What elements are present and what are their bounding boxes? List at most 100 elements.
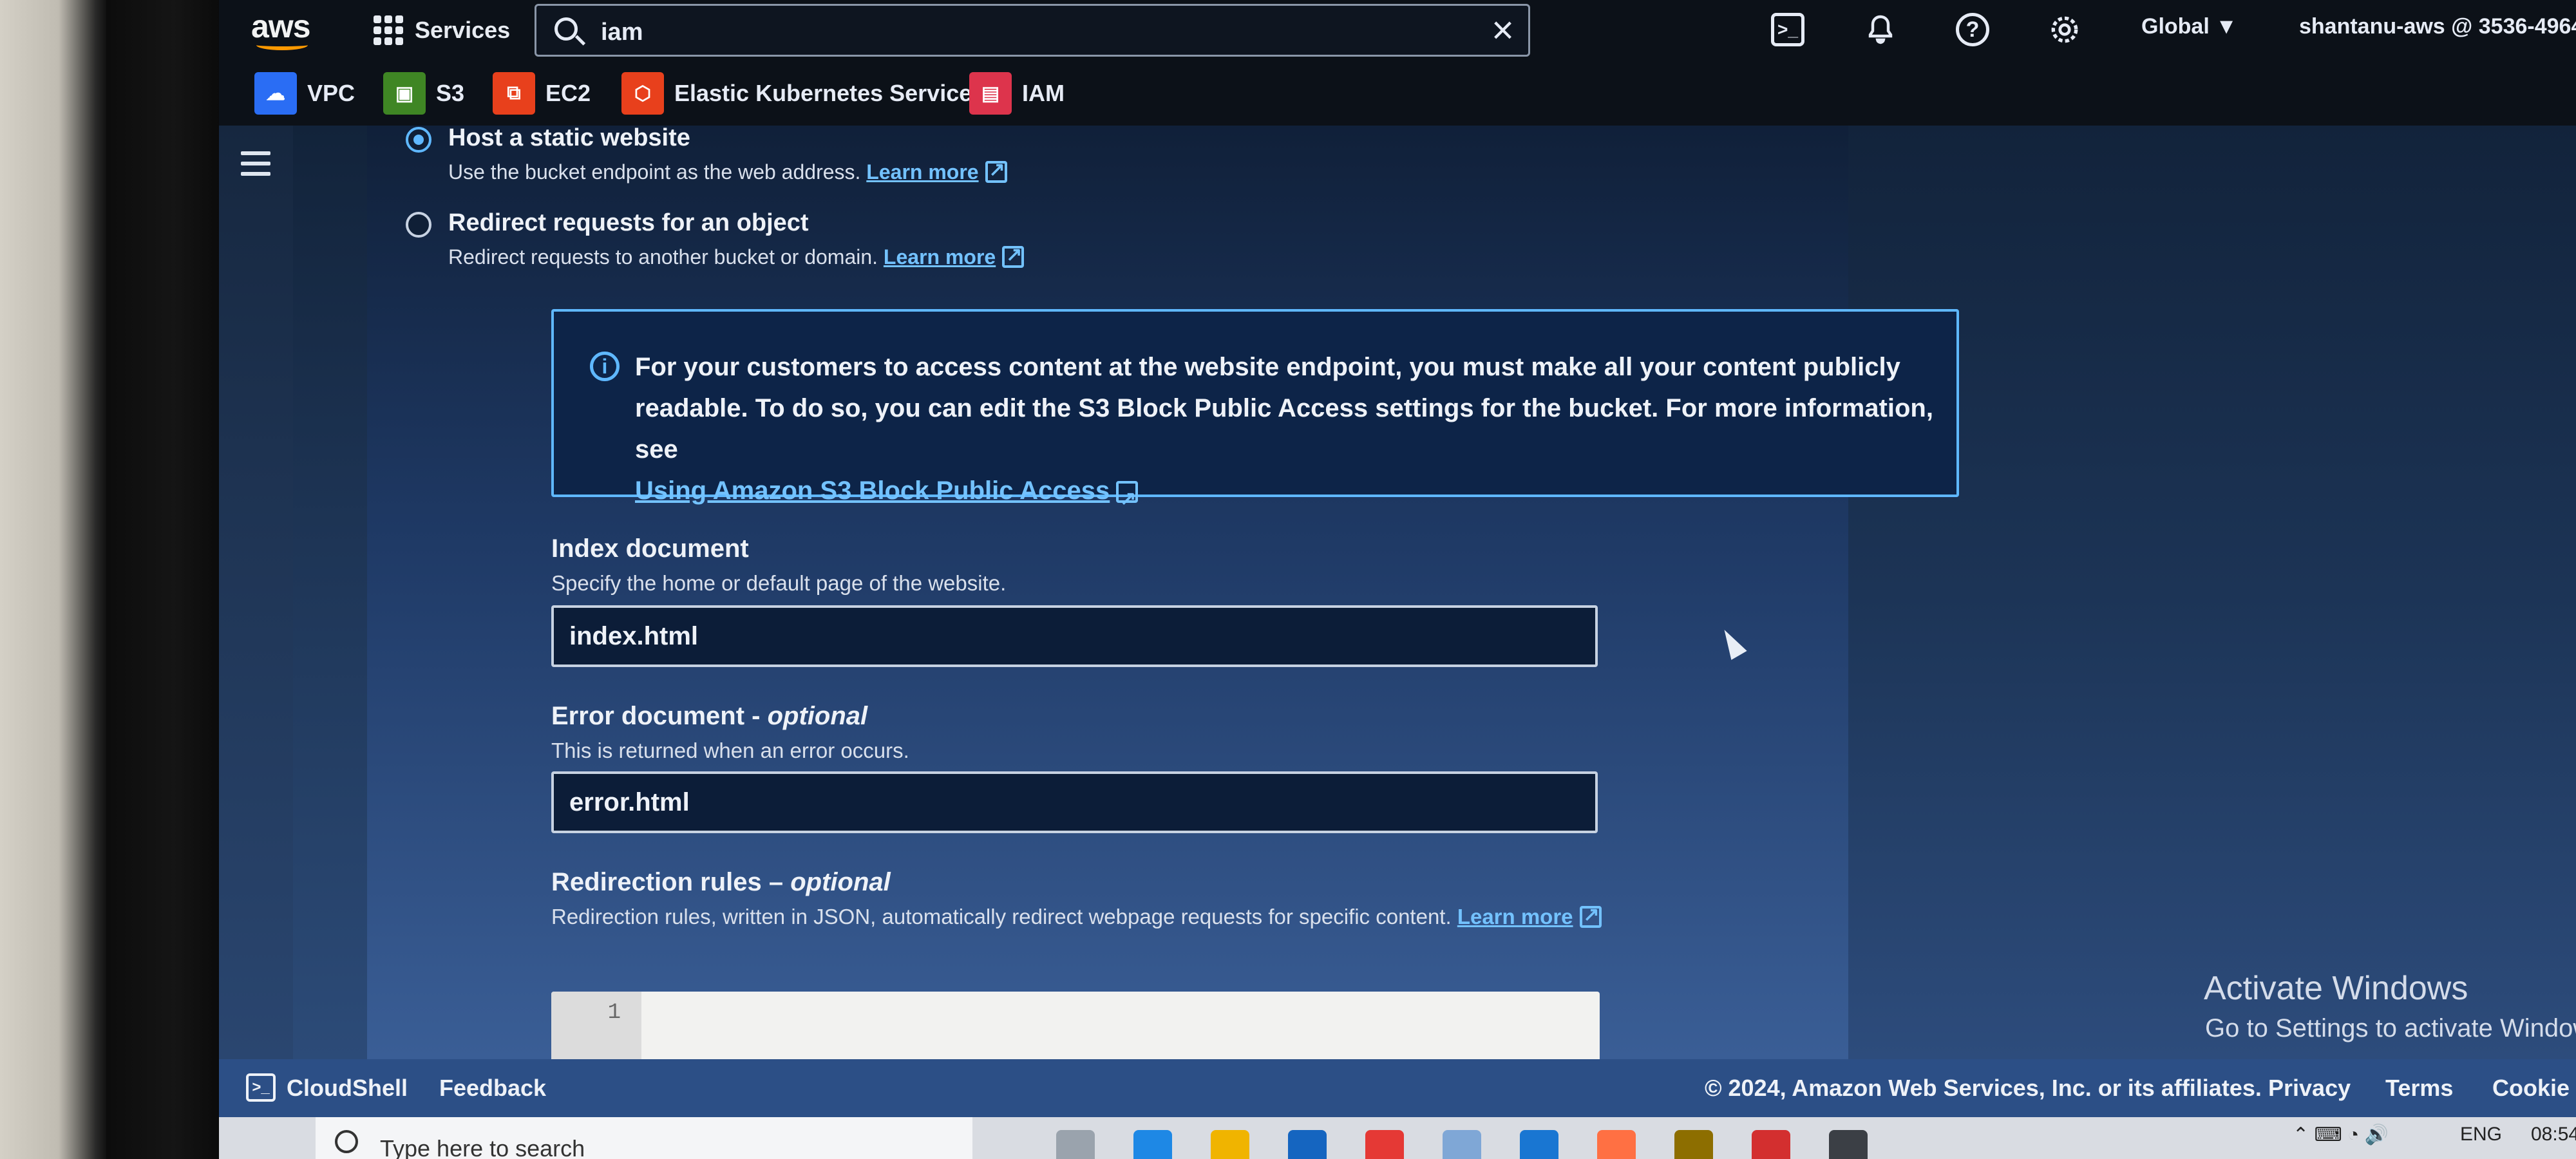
cloudshell-icon[interactable]: >_ [1771, 13, 1804, 46]
option-description: Use the bucket endpoint as the web addre… [448, 158, 1007, 184]
side-nav-rail [219, 126, 293, 1059]
clear-search-icon[interactable]: × [1492, 11, 1514, 50]
option-desc-text: Redirect requests to another bucket or d… [448, 245, 878, 269]
region-selector[interactable]: Global ▼ [2141, 14, 2237, 39]
favorite-iam[interactable]: ▤ IAM [969, 72, 1065, 115]
language-indicator[interactable]: ENG [2460, 1124, 2502, 1145]
vpc-icon: ☁ [254, 72, 297, 115]
favorite-vpc[interactable]: ☁ VPC [254, 72, 355, 115]
static-website-hosting-form: Host a static website Use the bucket end… [367, 124, 1959, 1059]
error-document-description: This is returned when an error occurs. [551, 739, 909, 762]
cookie-preferences-link[interactable]: Cookie preferences [2492, 1075, 2576, 1102]
file-explorer-icon[interactable] [1211, 1130, 1249, 1159]
error-document-label: Error document - optional [551, 702, 867, 731]
optional-tag: optional [790, 868, 891, 896]
index-document-description: Specify the home or default page of the … [551, 571, 1007, 595]
search-query[interactable]: iam [601, 19, 643, 46]
s3-icon: ▣ [383, 72, 426, 115]
redirection-rules-desc-text: Redirection rules, written in JSON, auto… [551, 905, 1452, 928]
right-panel [1848, 126, 2576, 1059]
external-link-icon [985, 158, 1007, 183]
learn-more-link[interactable]: Learn more [866, 160, 978, 184]
browser-screen: aws Services iam × >_ ? Global ▼ shantan… [219, 0, 2576, 1159]
taskbar-search-placeholder: Type here to search [380, 1135, 585, 1159]
favorite-s3[interactable]: ▣ S3 [383, 72, 465, 115]
optional-tag: optional [767, 702, 868, 730]
radio-redirect-requests[interactable] [406, 212, 431, 238]
redirection-rules-label-text: Redirection rules – [551, 868, 791, 896]
hamburger-menu-icon[interactable] [241, 151, 270, 176]
cloudshell-button[interactable]: CloudShell [287, 1075, 408, 1102]
account-menu[interactable]: shantanu-aws @ 3536-4964 [2299, 14, 2576, 39]
favorite-ec2[interactable]: ⧉ EC2 [493, 72, 591, 115]
aws-logo-text: aws [251, 8, 311, 44]
search-input[interactable]: iam × [535, 4, 1530, 57]
grid-icon [374, 15, 403, 45]
tray-icons[interactable]: ⌃ ⌨ ◔ 🔊 [2293, 1124, 2389, 1146]
option-desc-text: Use the bucket endpoint as the web addre… [448, 160, 861, 184]
alert-text: For your customers to access content at … [635, 353, 1933, 464]
firefox-icon[interactable] [1597, 1130, 1636, 1159]
option-title: Redirect requests for an object [448, 209, 809, 236]
option-title: Host a static website [448, 124, 690, 151]
aws-app-icon[interactable] [1829, 1130, 1868, 1159]
redirection-rules-editor[interactable]: 1 [551, 992, 1600, 1059]
favorite-label: EC2 [545, 80, 591, 106]
activate-windows-subtitle: Go to Settings to activate Windows. [2205, 1014, 2576, 1042]
option-description: Redirect requests to another bucket or d… [448, 243, 1025, 269]
cloudshell-icon[interactable]: >_ [246, 1073, 276, 1102]
line-number: 1 [551, 992, 641, 1059]
copyright-text: © 2024, Amazon Web Services, Inc. or its… [1705, 1075, 2262, 1101]
eks-icon: ⬡ [621, 72, 664, 115]
privacy-link[interactable]: Privacy [2268, 1075, 2351, 1102]
vscode-icon[interactable] [1520, 1130, 1558, 1159]
terms-link[interactable]: Terms [2385, 1075, 2453, 1102]
app-icon[interactable] [1674, 1130, 1713, 1159]
photo-background [0, 0, 106, 1159]
search-icon [554, 17, 578, 41]
console-footer: >_ CloudShell Feedback © 2024, Amazon We… [219, 1059, 2576, 1117]
notifications-bell-icon[interactable] [1864, 13, 1897, 46]
edge-browser-icon[interactable] [1133, 1130, 1172, 1159]
aws-top-nav: aws Services iam × >_ ? Global ▼ shantan… [219, 0, 2576, 61]
favorite-label: S3 [436, 80, 465, 106]
taskbar-search-box[interactable]: Type here to search [316, 1117, 972, 1159]
mail-icon[interactable] [1288, 1130, 1327, 1159]
windows-taskbar: Type here to search ⌃ ⌨ ◔ 🔊 ENG 08:54 [219, 1117, 2576, 1159]
monitor-bezel [106, 0, 219, 1159]
block-public-access-link[interactable]: Using Amazon S3 Block Public Access [635, 476, 1110, 505]
settings-gear-icon[interactable] [2048, 13, 2081, 46]
favorite-eks[interactable]: ⬡ Elastic Kubernetes Service [621, 72, 972, 115]
clock[interactable]: 08:54 [2531, 1124, 2576, 1145]
aws-smile-icon [256, 40, 308, 50]
redirection-rules-description: Redirection rules, written in JSON, auto… [551, 903, 1602, 929]
task-view-icon[interactable] [1056, 1130, 1095, 1159]
feedback-button[interactable]: Feedback [439, 1075, 546, 1102]
services-label: Services [415, 17, 511, 43]
external-link-icon [1116, 478, 1139, 520]
help-icon[interactable]: ? [1956, 13, 1989, 46]
chrome-browser-icon[interactable] [1365, 1130, 1404, 1159]
index-document-input[interactable] [551, 605, 1598, 667]
services-menu-button[interactable]: Services [374, 14, 510, 46]
opera-browser-icon[interactable] [1752, 1130, 1790, 1159]
radio-host-static-website[interactable] [406, 127, 431, 153]
app-icon[interactable] [1443, 1130, 1481, 1159]
index-document-label: Index document [551, 534, 749, 563]
aws-logo[interactable]: aws [251, 8, 322, 53]
external-link-icon [1002, 243, 1025, 268]
learn-more-link[interactable]: Learn more [884, 245, 996, 269]
favorites-bar: ☁ VPC ▣ S3 ⧉ EC2 ⬡ Elastic Kubernetes Se… [219, 61, 2576, 126]
activate-windows-title: Activate Windows [2204, 970, 2468, 1007]
side-gutter [293, 126, 367, 1059]
info-alert: i For your customers to access content a… [551, 309, 1959, 520]
ec2-icon: ⧉ [493, 72, 535, 115]
error-document-input[interactable] [551, 771, 1598, 833]
favorite-label: Elastic Kubernetes Service [674, 80, 972, 106]
favorite-label: IAM [1022, 80, 1065, 106]
favorite-label: VPC [307, 80, 355, 106]
external-link-icon [1579, 903, 1602, 928]
learn-more-link[interactable]: Learn more [1457, 905, 1573, 928]
search-icon [335, 1130, 358, 1153]
info-icon: i [590, 352, 620, 381]
